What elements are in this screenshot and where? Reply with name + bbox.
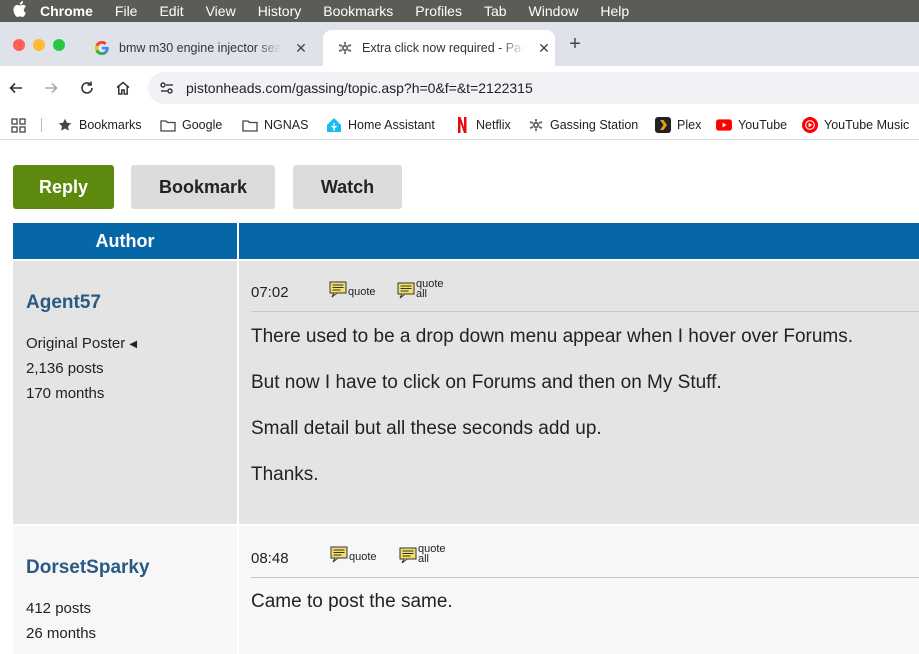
header-divider bbox=[237, 223, 239, 259]
post-content-panel: 07:02 quote quote all There used to be a … bbox=[239, 261, 919, 524]
author-username-link[interactable]: DorsetSparky bbox=[26, 557, 150, 579]
tab-google-search[interactable]: bmw m30 engine injector seal ✕ bbox=[80, 30, 320, 66]
author-post-count: 412 posts bbox=[26, 600, 92, 617]
quote-all-button[interactable]: quote all bbox=[399, 543, 446, 565]
star-icon bbox=[57, 117, 73, 133]
bookmark-ngnas[interactable]: NGNAS bbox=[242, 116, 308, 134]
apple-menu-icon[interactable] bbox=[0, 1, 40, 21]
bookmark-youtube-music[interactable]: YouTube Music bbox=[802, 116, 909, 134]
folder-icon bbox=[160, 117, 176, 133]
tab-strip: bmw m30 engine injector seal ✕ Extra cli… bbox=[0, 22, 919, 66]
pistonheads-icon bbox=[337, 40, 353, 56]
post-paragraph: There used to be a drop down menu appear… bbox=[251, 326, 854, 347]
post-paragraph: Small detail but all these seconds add u… bbox=[251, 418, 602, 439]
youtube-music-icon bbox=[802, 117, 818, 133]
browser-toolbar: pistonheads.com/gassing/topic.asp?h=0&f=… bbox=[0, 66, 919, 110]
author-post-count: 2,136 posts bbox=[26, 360, 104, 377]
reply-button[interactable]: Reply bbox=[13, 165, 114, 209]
original-poster-label: Original Poster ◀ bbox=[26, 335, 138, 352]
author-membership-months: 26 months bbox=[26, 625, 97, 642]
plex-icon bbox=[655, 117, 671, 133]
quote-icon bbox=[330, 546, 348, 563]
bookmarks-separator bbox=[41, 118, 42, 132]
bookmark-home-assistant[interactable]: Home Assistant bbox=[326, 116, 435, 134]
caret-left-icon: ◀ bbox=[129, 339, 138, 350]
quote-all-label: quote all bbox=[416, 278, 444, 300]
bookmark-button[interactable]: Bookmark bbox=[131, 165, 275, 209]
quote-button[interactable]: quote bbox=[329, 281, 376, 298]
home-assistant-icon bbox=[326, 117, 342, 133]
author-column-header: Author bbox=[95, 230, 155, 251]
quote-all-icon bbox=[397, 282, 415, 299]
new-tab-plus-icon[interactable]: + bbox=[566, 34, 584, 54]
google-icon bbox=[94, 40, 110, 56]
tab-title: Extra click now required - PaulC bbox=[362, 41, 524, 55]
forum-topic-page: Reply Bookmark Watch Author Agent57 Orig… bbox=[0, 141, 919, 654]
author-membership-months: 170 months bbox=[26, 385, 105, 402]
close-tab-icon[interactable]: ✕ bbox=[293, 40, 309, 56]
menu-bookmarks[interactable]: Bookmarks bbox=[323, 3, 393, 19]
menu-window[interactable]: Window bbox=[529, 3, 579, 19]
post-paragraph: Came to post the same. bbox=[251, 591, 453, 612]
bookmark-netflix[interactable]: Netflix bbox=[454, 116, 511, 134]
back-arrow-icon[interactable] bbox=[6, 78, 26, 98]
post-author-panel: Agent57 Original Poster ◀ 2,136 posts 17… bbox=[13, 261, 237, 524]
post-author-panel: DorsetSparky 412 posts 26 months bbox=[13, 526, 237, 654]
watch-button[interactable]: Watch bbox=[293, 165, 402, 209]
netflix-icon bbox=[454, 117, 470, 133]
folder-icon bbox=[242, 117, 258, 133]
post-timestamp: 07:02 bbox=[251, 284, 289, 301]
author-username-link[interactable]: Agent57 bbox=[26, 292, 101, 314]
post-content-panel: 08:48 quote quote all Came to post the sa… bbox=[239, 526, 919, 654]
quote-all-icon bbox=[399, 547, 417, 564]
minimize-window-button[interactable] bbox=[33, 39, 45, 51]
bookmarks-bar: Bookmarks Google NGNAS Home Assistant Ne… bbox=[0, 110, 919, 140]
zoom-window-button[interactable] bbox=[53, 39, 65, 51]
bookmark-bookmarks[interactable]: Bookmarks bbox=[57, 116, 142, 134]
post-paragraph: But now I have to click on Forums and th… bbox=[251, 372, 722, 393]
menu-help[interactable]: Help bbox=[600, 3, 629, 19]
post-timestamp: 08:48 bbox=[251, 550, 289, 567]
post-divider bbox=[251, 311, 919, 312]
tab-title: bmw m30 engine injector seal bbox=[119, 41, 281, 55]
close-tab-icon[interactable]: ✕ bbox=[536, 40, 552, 56]
quote-icon bbox=[329, 281, 347, 298]
menu-view[interactable]: View bbox=[206, 3, 236, 19]
youtube-icon bbox=[716, 117, 732, 133]
post-paragraph: Thanks. bbox=[251, 464, 319, 485]
bookmark-youtube[interactable]: YouTube bbox=[716, 116, 787, 134]
menu-edit[interactable]: Edit bbox=[159, 3, 183, 19]
menu-profiles[interactable]: Profiles bbox=[415, 3, 462, 19]
close-window-button[interactable] bbox=[13, 39, 25, 51]
address-bar[interactable]: pistonheads.com/gassing/topic.asp?h=0&f=… bbox=[148, 72, 919, 104]
url-text: pistonheads.com/gassing/topic.asp?h=0&f=… bbox=[186, 80, 533, 96]
forum-post: Agent57 Original Poster ◀ 2,136 posts 17… bbox=[13, 261, 919, 524]
quote-all-button[interactable]: quote all bbox=[397, 278, 444, 300]
menu-file[interactable]: File bbox=[115, 3, 138, 19]
site-info-tune-icon[interactable] bbox=[158, 79, 176, 97]
home-icon[interactable] bbox=[113, 78, 133, 98]
quote-all-label: quote all bbox=[418, 543, 446, 565]
bookmark-plex[interactable]: Plex bbox=[655, 116, 701, 134]
quote-button[interactable]: quote bbox=[330, 546, 377, 563]
bookmark-gassing-station[interactable]: Gassing Station bbox=[528, 116, 638, 134]
pistonheads-icon bbox=[528, 117, 544, 133]
macos-menu-bar: Chrome File Edit View History Bookmarks … bbox=[0, 0, 919, 22]
reload-icon[interactable] bbox=[77, 78, 97, 98]
post-divider bbox=[251, 577, 919, 578]
menu-tab[interactable]: Tab bbox=[484, 3, 507, 19]
topic-table-header: Author bbox=[13, 223, 919, 259]
apps-grid-icon[interactable] bbox=[11, 116, 26, 134]
forward-arrow-icon[interactable] bbox=[41, 78, 61, 98]
menu-app-chrome[interactable]: Chrome bbox=[40, 3, 93, 19]
forum-post: DorsetSparky 412 posts 26 months 08:48 q… bbox=[13, 526, 919, 654]
bookmark-google[interactable]: Google bbox=[160, 116, 222, 134]
tab-pistonheads-topic[interactable]: Extra click now required - PaulC ✕ bbox=[323, 30, 555, 66]
menu-history[interactable]: History bbox=[258, 3, 302, 19]
